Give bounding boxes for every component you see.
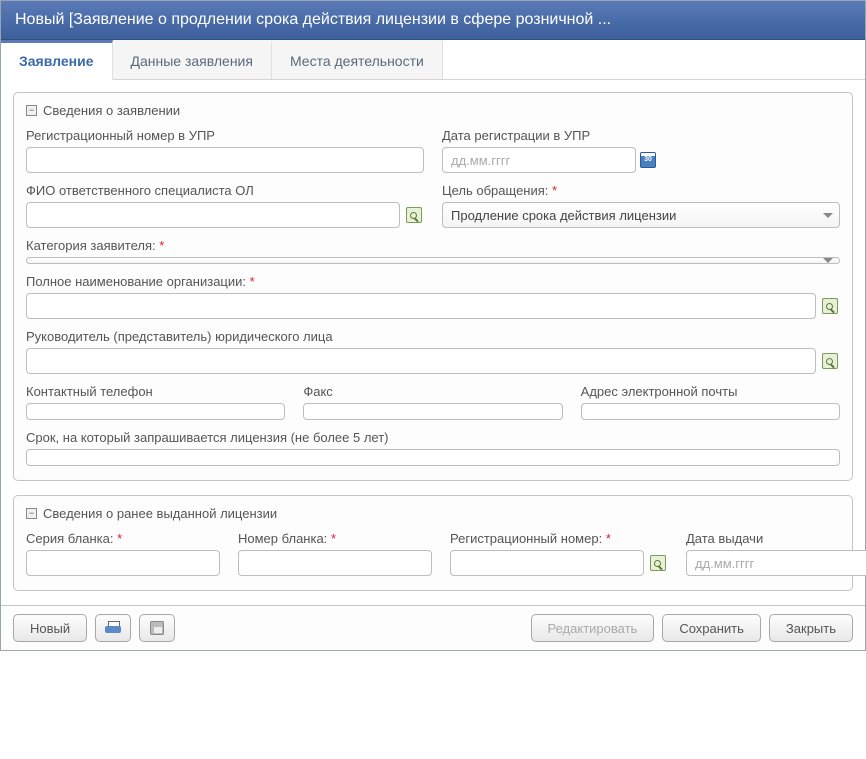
field-director: Руководитель (представитель) юридическог…: [26, 329, 840, 374]
field-blank-series: Серия бланка: *: [26, 531, 220, 576]
label-prev-reg-number: Регистрационный номер: *: [450, 531, 668, 546]
select-purpose-value: Продление срока действия лицензии: [451, 208, 676, 223]
required-icon: *: [117, 531, 122, 546]
field-fax: Факс: [303, 384, 562, 420]
lookup-button[interactable]: [820, 348, 840, 374]
required-icon: *: [250, 274, 255, 289]
chevron-down-icon: [823, 213, 833, 218]
edit-button[interactable]: Редактировать: [531, 614, 655, 642]
required-icon: *: [552, 183, 557, 198]
collapse-icon[interactable]: −: [26, 105, 37, 116]
input-prev-reg-number[interactable]: [450, 550, 644, 576]
lookup-icon: [406, 207, 422, 223]
fieldset-prev-license: − Сведения о ранее выданной лицензии Сер…: [13, 495, 853, 591]
input-org-full-name[interactable]: [26, 293, 816, 319]
field-category: Категория заявителя: *: [26, 238, 840, 264]
input-email[interactable]: [581, 403, 840, 420]
required-icon: *: [331, 531, 336, 546]
field-blank-number: Номер бланка: *: [238, 531, 432, 576]
input-fio[interactable]: [26, 202, 400, 228]
footer-toolbar: Новый Редактировать Сохранить Закрыть: [1, 605, 865, 650]
fieldset-legend: Сведения о ранее выданной лицензии: [43, 506, 277, 521]
chevron-down-icon: [823, 258, 833, 263]
lookup-button[interactable]: [648, 550, 668, 576]
label-reg-number-upr: Регистрационный номер в УПР: [26, 128, 424, 143]
collapse-icon[interactable]: −: [26, 508, 37, 519]
field-phone: Контактный телефон: [26, 384, 285, 420]
label-phone: Контактный телефон: [26, 384, 285, 399]
lookup-icon: [822, 298, 838, 314]
field-term: Срок, на который запрашивается лицензия …: [26, 430, 840, 466]
select-category[interactable]: [26, 257, 840, 264]
input-blank-number[interactable]: [238, 550, 432, 576]
field-email: Адрес электронной почты: [581, 384, 840, 420]
input-reg-date-upr[interactable]: [442, 147, 636, 173]
tab-places[interactable]: Места деятельности: [272, 40, 443, 79]
field-fio: ФИО ответственного специалиста ОЛ: [26, 183, 424, 228]
tab-application[interactable]: Заявление: [1, 40, 113, 80]
tab-label: Заявление: [19, 53, 94, 69]
printer-icon: [105, 621, 121, 635]
required-icon: *: [606, 531, 611, 546]
save-button[interactable]: Сохранить: [662, 614, 761, 642]
fieldset-application-info: − Сведения о заявлении Регистрационный н…: [13, 92, 853, 481]
label-blank-number: Номер бланка: *: [238, 531, 432, 546]
modal-window: Новый [Заявление о продлении срока дейст…: [0, 0, 866, 651]
print-button[interactable]: [95, 614, 131, 642]
disk-icon: [150, 621, 164, 635]
fieldset-header: − Сведения о ранее выданной лицензии: [26, 506, 840, 521]
field-reg-date-upr: Дата регистрации в УПР: [442, 128, 840, 173]
field-prev-reg-number: Регистрационный номер: *: [450, 531, 668, 576]
input-issue-date[interactable]: [686, 550, 866, 576]
label-blank-series: Серия бланка: *: [26, 531, 220, 546]
lookup-icon: [822, 353, 838, 369]
label-fax: Факс: [303, 384, 562, 399]
tab-label: Места деятельности: [290, 53, 424, 69]
label-director: Руководитель (представитель) юридическог…: [26, 329, 840, 344]
tabstrip: Заявление Данные заявления Места деятель…: [1, 40, 865, 80]
label-fio: ФИО ответственного специалиста ОЛ: [26, 183, 424, 198]
label-reg-date-upr: Дата регистрации в УПР: [442, 128, 840, 143]
label-term: Срок, на который запрашивается лицензия …: [26, 430, 840, 445]
input-director[interactable]: [26, 348, 816, 374]
calendar-button[interactable]: [640, 147, 656, 173]
new-button[interactable]: Новый: [13, 614, 87, 642]
window-titlebar: Новый [Заявление о продлении срока дейст…: [1, 1, 865, 40]
input-term[interactable]: [26, 449, 840, 466]
label-category: Категория заявителя: *: [26, 238, 840, 253]
fieldset-legend: Сведения о заявлении: [43, 103, 180, 118]
label-issue-date: Дата выдачи: [686, 531, 866, 546]
input-fax[interactable]: [303, 403, 562, 420]
tab-data[interactable]: Данные заявления: [113, 40, 272, 79]
window-title: Новый [Заявление о продлении срока дейст…: [15, 11, 611, 28]
input-blank-series[interactable]: [26, 550, 220, 576]
label-purpose: Цель обращения: *: [442, 183, 840, 198]
lookup-button[interactable]: [820, 293, 840, 319]
select-purpose[interactable]: Продление срока действия лицензии: [442, 202, 840, 228]
label-org-full-name: Полное наименование организации: *: [26, 274, 840, 289]
fieldset-header: − Сведения о заявлении: [26, 103, 840, 118]
calendar-icon: [640, 152, 656, 168]
lookup-button[interactable]: [404, 202, 424, 228]
field-org-full-name: Полное наименование организации: *: [26, 274, 840, 319]
input-phone[interactable]: [26, 403, 285, 420]
form-content: − Сведения о заявлении Регистрационный н…: [1, 80, 865, 605]
tab-label: Данные заявления: [131, 53, 253, 69]
field-reg-number-upr: Регистрационный номер в УПР: [26, 128, 424, 173]
required-icon: *: [159, 238, 164, 253]
lookup-icon: [650, 555, 666, 571]
close-button[interactable]: Закрыть: [769, 614, 853, 642]
field-issue-date: Дата выдачи: [686, 531, 866, 576]
label-email: Адрес электронной почты: [581, 384, 840, 399]
field-purpose: Цель обращения: * Продление срока действ…: [442, 183, 840, 228]
save-disk-button[interactable]: [139, 614, 175, 642]
input-reg-number-upr[interactable]: [26, 147, 424, 173]
